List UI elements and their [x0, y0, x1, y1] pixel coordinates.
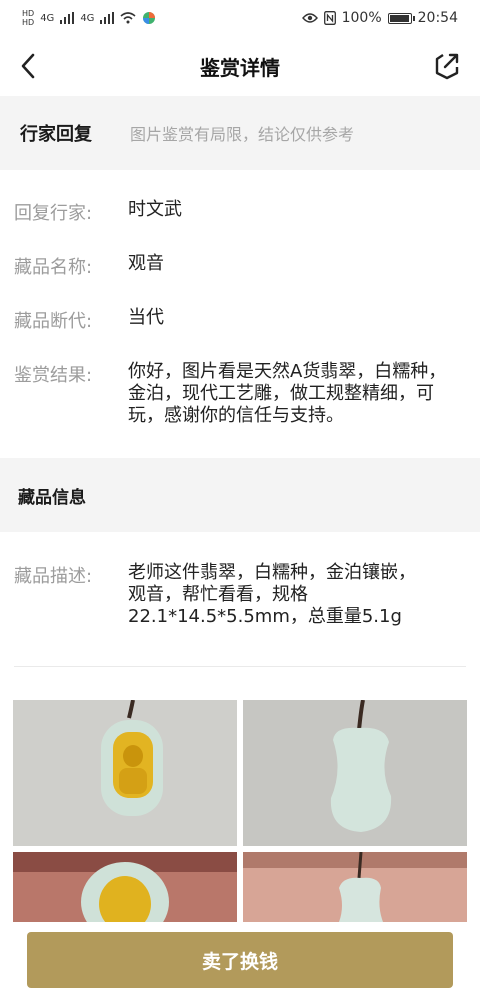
- info-section-header: 藏品信息: [0, 458, 480, 532]
- wifi-icon: [120, 12, 136, 24]
- photo-2[interactable]: [243, 700, 467, 846]
- field-value: 时文武: [128, 199, 182, 220]
- field-value: 当代: [128, 307, 164, 328]
- signal-icon-2: [100, 12, 115, 24]
- sell-button[interactable]: 卖了换钱: [27, 932, 453, 988]
- field-value: 老师这件翡翠，白糯种，金泊镶嵌，观音，帮忙看看，规格22.1*14.5*5.5m…: [128, 562, 416, 627]
- hd-bottom-label: HD: [22, 18, 35, 27]
- field-item-name: 藏品名称: 观音: [0, 253, 480, 279]
- back-button[interactable]: [14, 50, 42, 82]
- info-section-title: 藏品信息: [18, 487, 86, 508]
- nfc-icon: [323, 11, 336, 25]
- photo-grid: [13, 700, 467, 922]
- reply-section-header: 行家回复 图片鉴赏有局限，结论仅供参考: [0, 96, 480, 170]
- status-bar: HD HD 4G 4G 100% 20:54: [0, 0, 480, 36]
- status-left: HD HD 4G 4G: [22, 9, 156, 27]
- reply-section-title: 行家回复: [20, 124, 92, 145]
- eye-icon: [301, 13, 318, 23]
- pendant-photo-side: [243, 852, 467, 922]
- app-status-icon: [143, 12, 156, 24]
- photo-1[interactable]: [13, 700, 237, 846]
- field-description: 藏品描述: 老师这件翡翠，白糯种，金泊镶嵌，观音，帮忙看看，规格22.1*14.…: [0, 562, 480, 628]
- field-label: 藏品描述:: [14, 566, 93, 587]
- photo-4[interactable]: [243, 852, 467, 922]
- share-button[interactable]: [432, 51, 462, 81]
- field-label: 藏品断代:: [14, 311, 93, 332]
- net1-label: 4G: [40, 12, 55, 24]
- divider: [14, 666, 466, 667]
- hd-indicator: HD HD: [22, 9, 34, 27]
- field-label: 鉴赏结果:: [14, 365, 93, 386]
- status-right: 100% 20:54: [301, 10, 458, 26]
- clock-time: 20:54: [417, 10, 458, 26]
- field-label: 藏品名称:: [14, 257, 93, 278]
- nav-bar: 鉴赏详情: [0, 36, 480, 96]
- signal-icon: [60, 12, 75, 24]
- page-title: 鉴赏详情: [200, 55, 280, 80]
- field-value: 你好，图片看是天然A货翡翠，白糯种，金泊，现代工艺雕，做工规整精细，可玩，感谢你…: [128, 361, 447, 426]
- pendant-photo-back: [243, 700, 467, 846]
- battery-fill: [389, 14, 409, 22]
- field-era: 藏品断代: 当代: [0, 307, 480, 333]
- net2-label: 4G: [80, 12, 95, 24]
- field-expert: 回复行家: 时文武: [0, 199, 480, 225]
- chevron-left-icon: [21, 53, 35, 79]
- field-value: 观音: [128, 253, 164, 274]
- field-label: 回复行家:: [14, 203, 93, 224]
- battery-percent: 100%: [341, 10, 382, 26]
- photo-3[interactable]: [13, 852, 237, 922]
- battery-icon: [387, 12, 415, 24]
- field-result: 鉴赏结果: 你好，图片看是天然A货翡翠，白糯种，金泊，现代工艺雕，做工规整精细，…: [0, 361, 480, 427]
- hd-top-label: HD: [22, 9, 35, 18]
- reply-disclaimer: 图片鉴赏有局限，结论仅供参考: [130, 125, 355, 144]
- pendant-photo-front: [13, 700, 237, 846]
- share-icon: [435, 53, 459, 80]
- pendant-photo-hand: [13, 852, 237, 922]
